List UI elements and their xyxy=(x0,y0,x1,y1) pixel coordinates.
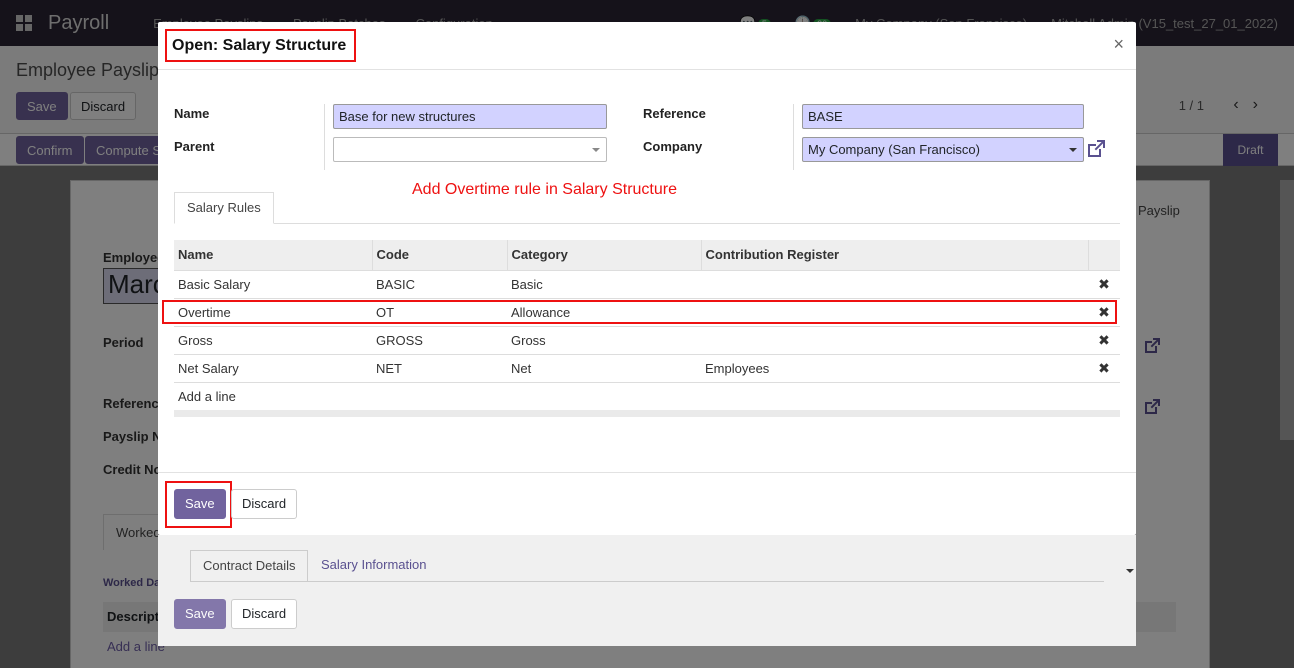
add-line-row: Add a line xyxy=(174,381,1120,410)
table-row[interactable]: Gross GROSS Gross ✖ xyxy=(174,325,1120,354)
add-a-line-link[interactable]: Add a line xyxy=(174,381,1120,410)
cell-name[interactable]: Gross xyxy=(174,325,372,354)
cell-name[interactable]: Basic Salary xyxy=(174,269,372,298)
tab-divider xyxy=(190,581,1104,582)
cell-category[interactable]: Allowance xyxy=(507,297,701,326)
dialog-title: Open: Salary Structure xyxy=(165,29,356,62)
cell-category[interactable]: Gross xyxy=(507,325,701,354)
close-icon[interactable]: × xyxy=(1113,34,1124,55)
lower-discard-button[interactable]: Discard xyxy=(231,599,298,629)
cell-name[interactable]: Overtime xyxy=(174,297,372,326)
cell-code[interactable]: NET xyxy=(372,353,507,382)
delete-row-icon[interactable]: ✖ xyxy=(1088,325,1120,354)
company-field[interactable]: My Company (San Francisco) xyxy=(802,137,1084,162)
dialog-header: Open: Salary Structure × xyxy=(158,22,1136,70)
salary-rules-table: Name Code Category Contribution Register… xyxy=(174,240,1120,410)
table-header-row: Name Code Category Contribution Register xyxy=(174,240,1120,270)
table-row[interactable]: Basic Salary BASIC Basic ✖ xyxy=(174,269,1120,298)
company-value: My Company (San Francisco) xyxy=(808,142,980,157)
save-button[interactable]: Save xyxy=(174,489,226,519)
underlying-dialog: Contract Details Salary Information Save… xyxy=(158,535,1136,646)
name-label: Name xyxy=(174,106,210,121)
column-header-delete xyxy=(1088,240,1120,270)
field-separator xyxy=(793,104,794,170)
table-footer xyxy=(174,410,1120,417)
tab-salary-rules[interactable]: Salary Rules xyxy=(174,192,274,224)
cell-code[interactable]: GROSS xyxy=(372,325,507,354)
parent-field[interactable] xyxy=(333,137,607,162)
name-field[interactable]: Base for new structures xyxy=(333,104,607,129)
column-header-category[interactable]: Category xyxy=(507,240,702,270)
cell-name[interactable]: Net Salary xyxy=(174,353,372,382)
table-row[interactable]: Net Salary NET Net Employees ✖ xyxy=(174,353,1120,382)
reference-field[interactable]: BASE xyxy=(802,104,1084,129)
cell-register[interactable] xyxy=(701,269,1088,298)
parent-label: Parent xyxy=(174,139,215,154)
discard-button[interactable]: Discard xyxy=(231,489,298,519)
delete-row-icon[interactable]: ✖ xyxy=(1088,353,1120,382)
lower-save-button[interactable]: Save xyxy=(174,599,226,629)
column-header-code[interactable]: Code xyxy=(372,240,508,270)
column-header-contribution-register[interactable]: Contribution Register xyxy=(701,240,1089,270)
delete-row-icon[interactable]: ✖ xyxy=(1088,297,1120,326)
cell-register[interactable] xyxy=(701,297,1088,326)
external-link-icon[interactable] xyxy=(1086,139,1106,159)
chevron-down-icon[interactable] xyxy=(592,148,600,152)
dialog-footer: Save Discard xyxy=(158,472,1136,535)
tab-salary-information[interactable]: Salary Information xyxy=(321,550,427,582)
cell-register[interactable]: Employees xyxy=(701,353,1088,382)
chevron-down-icon[interactable] xyxy=(1069,148,1077,152)
column-header-name[interactable]: Name xyxy=(174,240,373,270)
delete-row-icon[interactable]: ✖ xyxy=(1088,269,1120,298)
cell-category[interactable]: Basic xyxy=(507,269,701,298)
cell-code[interactable]: BASIC xyxy=(372,269,507,298)
cell-category[interactable]: Net xyxy=(507,353,701,382)
cell-code[interactable]: OT xyxy=(372,297,507,326)
salary-structure-dialog: Open: Salary Structure × Name Base for n… xyxy=(158,22,1136,535)
dialog-tabs: Salary Rules xyxy=(174,192,1120,224)
scroll-down-icon[interactable] xyxy=(1126,569,1134,573)
table-row[interactable]: Overtime OT Allowance ✖ xyxy=(174,297,1120,326)
company-label: Company xyxy=(643,139,703,154)
tab-contract-details[interactable]: Contract Details xyxy=(190,550,309,582)
page-scrollbar[interactable] xyxy=(1280,180,1294,440)
reference-label: Reference xyxy=(643,106,706,121)
cell-register[interactable] xyxy=(701,325,1088,354)
field-separator xyxy=(324,104,325,170)
